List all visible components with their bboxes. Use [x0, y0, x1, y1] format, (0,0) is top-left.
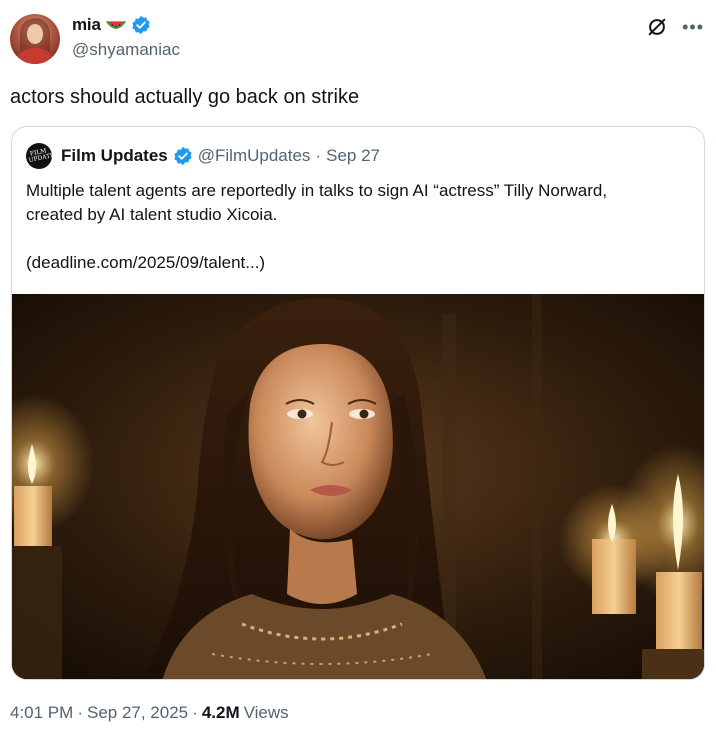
- candlelit-portrait-image: [12, 294, 704, 679]
- views-label: Views: [243, 703, 289, 722]
- watermelon-icon: [105, 20, 126, 29]
- author-display-name[interactable]: mia: [72, 15, 101, 35]
- tweet-date[interactable]: Sep 27, 2025: [87, 703, 188, 723]
- tweet-meta: 4:01 PM · Sep 27, 2025 · 4.2M Views: [10, 703, 289, 723]
- quoted-text-line: Multiple talent agents are reportedly in…: [26, 181, 608, 200]
- separator-dot: ·: [77, 703, 83, 722]
- tweet-text: actors should actually go back on strike: [10, 86, 360, 108]
- quoted-media-image[interactable]: [12, 294, 704, 679]
- quoted-handle[interactable]: @FilmUpdates: [198, 146, 311, 166]
- quoted-text-line: created by AI talent studio Xicoia.: [26, 205, 278, 224]
- avatar-dress: [18, 48, 52, 64]
- separator-dot: ·: [192, 703, 198, 722]
- quoted-avatar[interactable]: FILM UPDATES: [26, 143, 52, 169]
- top-actions: •••: [646, 16, 704, 38]
- quoted-tweet[interactable]: FILM UPDATES Film Updates @FilmUpdates ·…: [11, 126, 705, 680]
- quoted-display-name[interactable]: Film Updates: [61, 146, 168, 166]
- avatar[interactable]: [10, 14, 60, 64]
- quoted-tweet-header: FILM UPDATES Film Updates @FilmUpdates ·…: [26, 143, 380, 169]
- separator-dot: ·: [315, 146, 322, 165]
- verified-badge-icon: [174, 146, 192, 166]
- more-options-icon[interactable]: •••: [682, 18, 704, 36]
- quoted-tweet-text: Multiple talent agents are reportedly in…: [26, 179, 698, 275]
- views-count: 4.2M: [201, 703, 240, 722]
- verified-badge-icon: [132, 15, 150, 35]
- author-name-row: mia: [72, 14, 151, 36]
- quoted-date[interactable]: Sep 27: [326, 146, 380, 166]
- author-handle[interactable]: @shyamaniac: [72, 40, 180, 60]
- tweet-time[interactable]: 4:01 PM: [10, 703, 73, 723]
- avatar-face: [27, 24, 43, 44]
- quoted-avatar-text: FILM UPDATES: [28, 147, 52, 165]
- tweet: mia @shyamaniac ••• actors should actual…: [0, 0, 716, 732]
- quoted-link-text: (deadline.com/2025/09/talent...): [26, 253, 266, 272]
- grok-icon[interactable]: [646, 16, 668, 38]
